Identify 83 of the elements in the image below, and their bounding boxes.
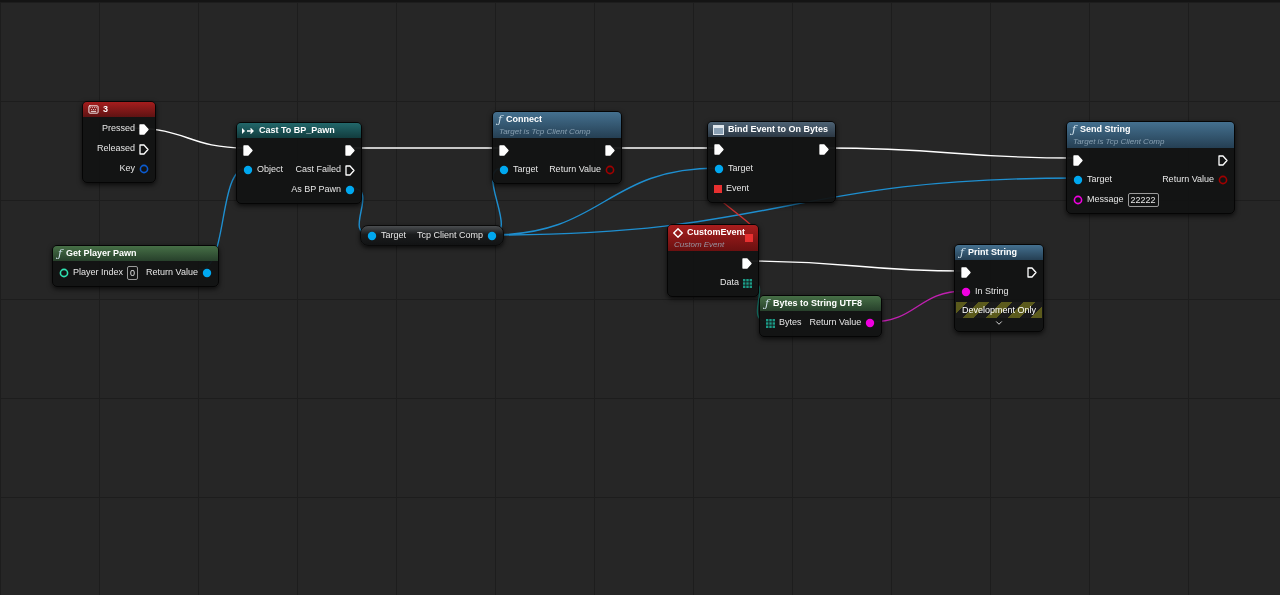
pin-label: Tcp Client Comp (416, 228, 483, 242)
graph-node[interactable]: Cast To BP_Pawn Object Cast Failed As BP Pawn (236, 122, 362, 204)
exec-pin-icon[interactable] (605, 144, 615, 156)
node-subtitle: Custom Event (673, 239, 726, 251)
node-title: 3 (103, 102, 108, 116)
data-pin-icon[interactable] (201, 268, 212, 278)
pin-label: Return Value (549, 163, 601, 177)
pin-label: Event (726, 182, 749, 196)
exec-pin-icon[interactable] (499, 144, 509, 156)
function-icon: ƒ (498, 114, 503, 125)
value-field[interactable]: 0 (127, 266, 139, 280)
pin-label: Player Index (73, 266, 124, 280)
exec-pin-icon[interactable] (819, 143, 829, 155)
pin-label: Cast Failed (295, 163, 341, 177)
pin-label: Return Value (809, 316, 862, 330)
exec-pin-icon[interactable] (243, 144, 253, 156)
data-pin-icon[interactable] (1073, 175, 1083, 185)
node-title: Cast To BP_Pawn (259, 123, 335, 137)
keyboard-icon (88, 104, 99, 115)
pin-label: Bytes (779, 316, 802, 330)
node-subtitle: Target is Tcp Client Comp (498, 126, 591, 138)
data-pin-icon[interactable] (367, 230, 377, 241)
exec-pin-icon[interactable] (742, 257, 752, 269)
pin-label: Return Value (146, 266, 198, 280)
function-icon: ƒ (960, 247, 965, 258)
pin-label: Object (257, 163, 283, 177)
pin-label: Target (1087, 173, 1112, 187)
exec-pin-icon[interactable] (1027, 266, 1037, 278)
graph-node[interactable]: 3 Pressed Released Key (82, 101, 157, 183)
node-title: Bind Event to On Bytes (728, 122, 828, 136)
graph-node[interactable]: Bind Event to On Bytes Target Event (707, 121, 836, 203)
pin-label: Message (1087, 193, 1124, 207)
cast-arrow-icon (242, 126, 255, 135)
exec-pin-icon[interactable] (1218, 154, 1228, 166)
chevron-down-icon[interactable] (994, 318, 1004, 328)
exec-pin-icon[interactable] (1073, 154, 1083, 166)
data-pin-icon[interactable] (961, 287, 971, 297)
function-icon: ƒ (1072, 124, 1077, 135)
function-icon: ƒ (765, 298, 770, 309)
data-pin-icon[interactable] (345, 185, 355, 195)
data-pin-icon[interactable] (714, 164, 724, 174)
data-pin-icon[interactable] (487, 230, 497, 241)
pin-label: Data (720, 276, 739, 290)
array-pin-icon[interactable] (766, 318, 775, 328)
exec-pin-icon[interactable] (345, 144, 355, 156)
pin-label: Target (513, 163, 538, 177)
data-pin-icon[interactable] (865, 318, 876, 328)
pin-label: Released (97, 142, 136, 156)
pin-label: Target (381, 228, 406, 242)
window-icon (713, 124, 724, 135)
array-pin-icon[interactable] (743, 278, 752, 288)
node-title: Print String (968, 245, 1018, 259)
graph-node[interactable]: ƒ Send String Target is Tcp Client Comp Target Return Value Message 22222 (1066, 121, 1235, 214)
pin-label: As BP Pawn (291, 183, 341, 197)
value-field[interactable]: 22222 (1127, 193, 1159, 207)
node-title: Send String (1080, 122, 1131, 136)
pin-label: Pressed (102, 122, 136, 136)
graph-node[interactable]: CustomEvent Custom Event Data (667, 224, 759, 297)
graph-node[interactable]: ƒ Get Player Pawn Player Index 0 Return Value (52, 245, 219, 287)
exec-pin-icon[interactable] (139, 143, 150, 155)
data-pin-icon[interactable] (499, 165, 509, 175)
pin-label: In String (975, 285, 1009, 299)
exec-pin-icon[interactable] (139, 123, 150, 135)
graph-node[interactable]: ƒ Print String In String Development Only (954, 244, 1044, 332)
data-pin-icon[interactable] (243, 165, 253, 175)
pin-label: Return Value (1162, 173, 1214, 187)
node-subtitle: Target is Tcp Client Comp (1072, 136, 1165, 148)
node-title: CustomEvent (687, 225, 745, 239)
function-icon: ƒ (58, 248, 63, 259)
node-title: Connect (506, 112, 543, 126)
pin-label: Key (119, 162, 136, 176)
pin-label: Target (728, 162, 753, 176)
graph-node[interactable]: ƒ Bytes to String UTF8 Bytes Return Value (759, 295, 883, 337)
diamond-icon (673, 227, 683, 238)
data-pin-icon[interactable] (1073, 195, 1083, 205)
exec-pin-icon[interactable] (345, 164, 355, 176)
node-title: Bytes to String UTF8 (773, 296, 863, 310)
exec-pin-icon[interactable] (961, 266, 971, 278)
node-title: Get Player Pawn (66, 246, 137, 260)
variable-node[interactable]: Target Tcp Client Comp (360, 225, 504, 246)
exec-pin-icon[interactable] (714, 143, 724, 155)
development-only-banner: Development Only (956, 302, 1042, 318)
graph-node[interactable]: ƒ Connect Target is Tcp Client Comp Target Return Value (492, 111, 622, 184)
